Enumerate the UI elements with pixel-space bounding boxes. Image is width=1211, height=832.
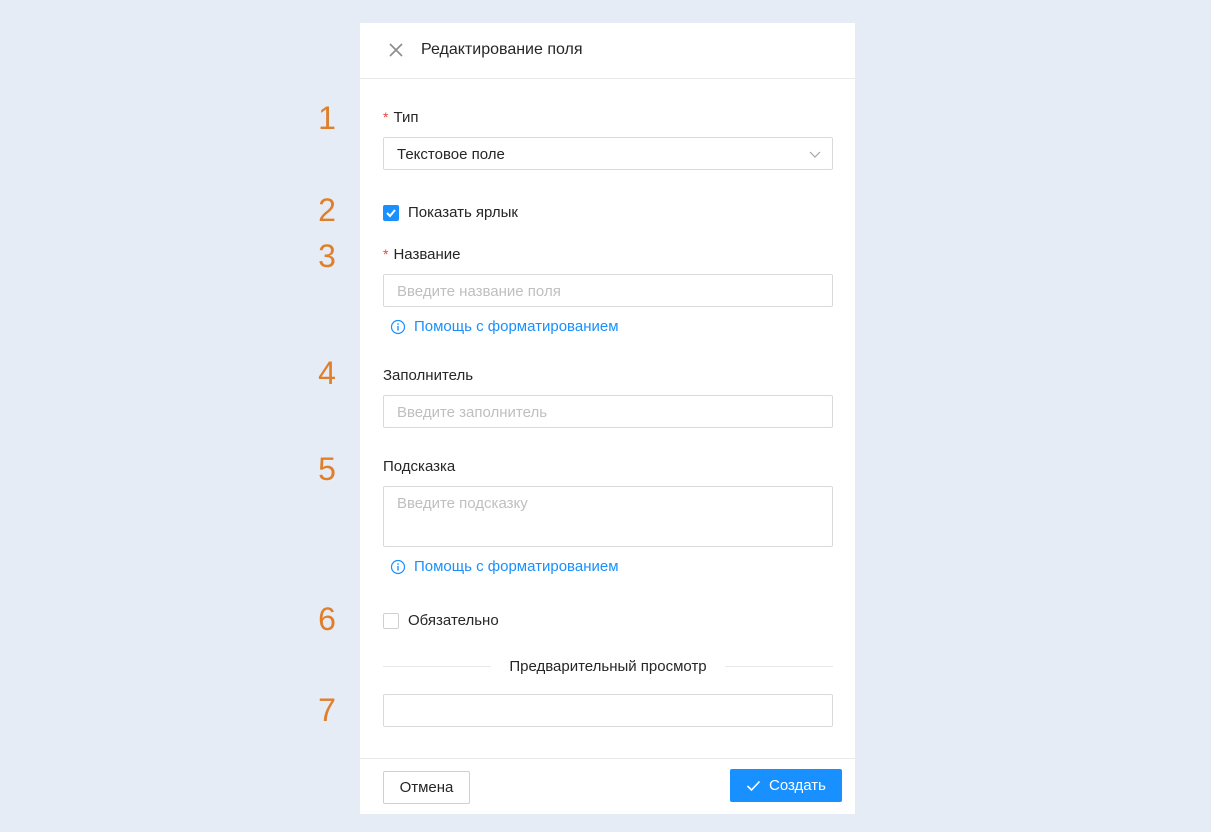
name-input[interactable]: Введите название поля	[383, 274, 833, 307]
type-select[interactable]: Текстовое поле	[383, 137, 833, 170]
callout-2: 2	[318, 192, 336, 228]
divider-line-right	[725, 666, 833, 667]
show-label-checkbox[interactable]	[383, 205, 399, 221]
callout-4: 4	[318, 355, 336, 391]
callout-1: 1	[318, 100, 336, 136]
placeholder-input[interactable]: Введите заполнитель	[383, 395, 833, 428]
preview-divider: Предварительный просмотр	[383, 658, 833, 676]
type-select-value: Текстовое поле	[397, 146, 505, 163]
callout-3: 3	[318, 238, 336, 274]
show-label-text: Показать ярлык	[408, 204, 518, 221]
callout-5: 5	[318, 451, 336, 487]
dialog-title: Редактирование поля	[421, 41, 583, 58]
hint-format-help-link[interactable]: Помощь с форматированием	[390, 558, 619, 575]
info-icon	[390, 559, 406, 574]
required-text: Обязательно	[408, 612, 499, 629]
name-label: * Название	[383, 246, 460, 263]
info-icon	[390, 319, 406, 334]
close-button[interactable]	[386, 40, 406, 60]
name-input-placeholder: Введите название поля	[397, 283, 561, 300]
dialog-footer: Отмена Создать	[360, 758, 855, 815]
hint-textarea-placeholder: Введите подсказку	[397, 495, 528, 512]
name-label-text: Название	[393, 246, 461, 263]
type-label-text: Тип	[393, 109, 419, 126]
check-icon	[746, 780, 761, 791]
callout-6: 6	[318, 601, 336, 637]
required-mark: *	[383, 246, 389, 262]
callout-7: 7	[318, 692, 336, 728]
required-checkbox[interactable]	[383, 613, 399, 629]
cancel-button[interactable]: Отмена	[383, 771, 470, 804]
create-button-label: Создать	[768, 777, 826, 794]
hint-textarea[interactable]: Введите подсказку	[383, 486, 833, 547]
hint-format-help-text: Помощь с форматированием	[414, 558, 619, 575]
create-button[interactable]: Создать	[730, 769, 842, 802]
placeholder-label: Заполнитель	[383, 367, 474, 384]
name-format-help-text: Помощь с форматированием	[414, 318, 619, 335]
chevron-down-icon	[809, 151, 821, 158]
dialog-header: Редактирование поля	[360, 23, 855, 79]
hint-label: Подсказка	[383, 458, 456, 475]
required-mark: *	[383, 109, 389, 125]
placeholder-input-placeholder: Введите заполнитель	[397, 404, 548, 421]
type-label: * Тип	[383, 109, 418, 126]
name-format-help-link[interactable]: Помощь с форматированием	[390, 318, 619, 335]
check-icon	[386, 209, 396, 218]
close-icon	[389, 43, 403, 57]
edit-field-dialog: Редактирование поля * Тип Текстовое поле …	[360, 23, 855, 814]
preview-input[interactable]	[383, 694, 833, 727]
